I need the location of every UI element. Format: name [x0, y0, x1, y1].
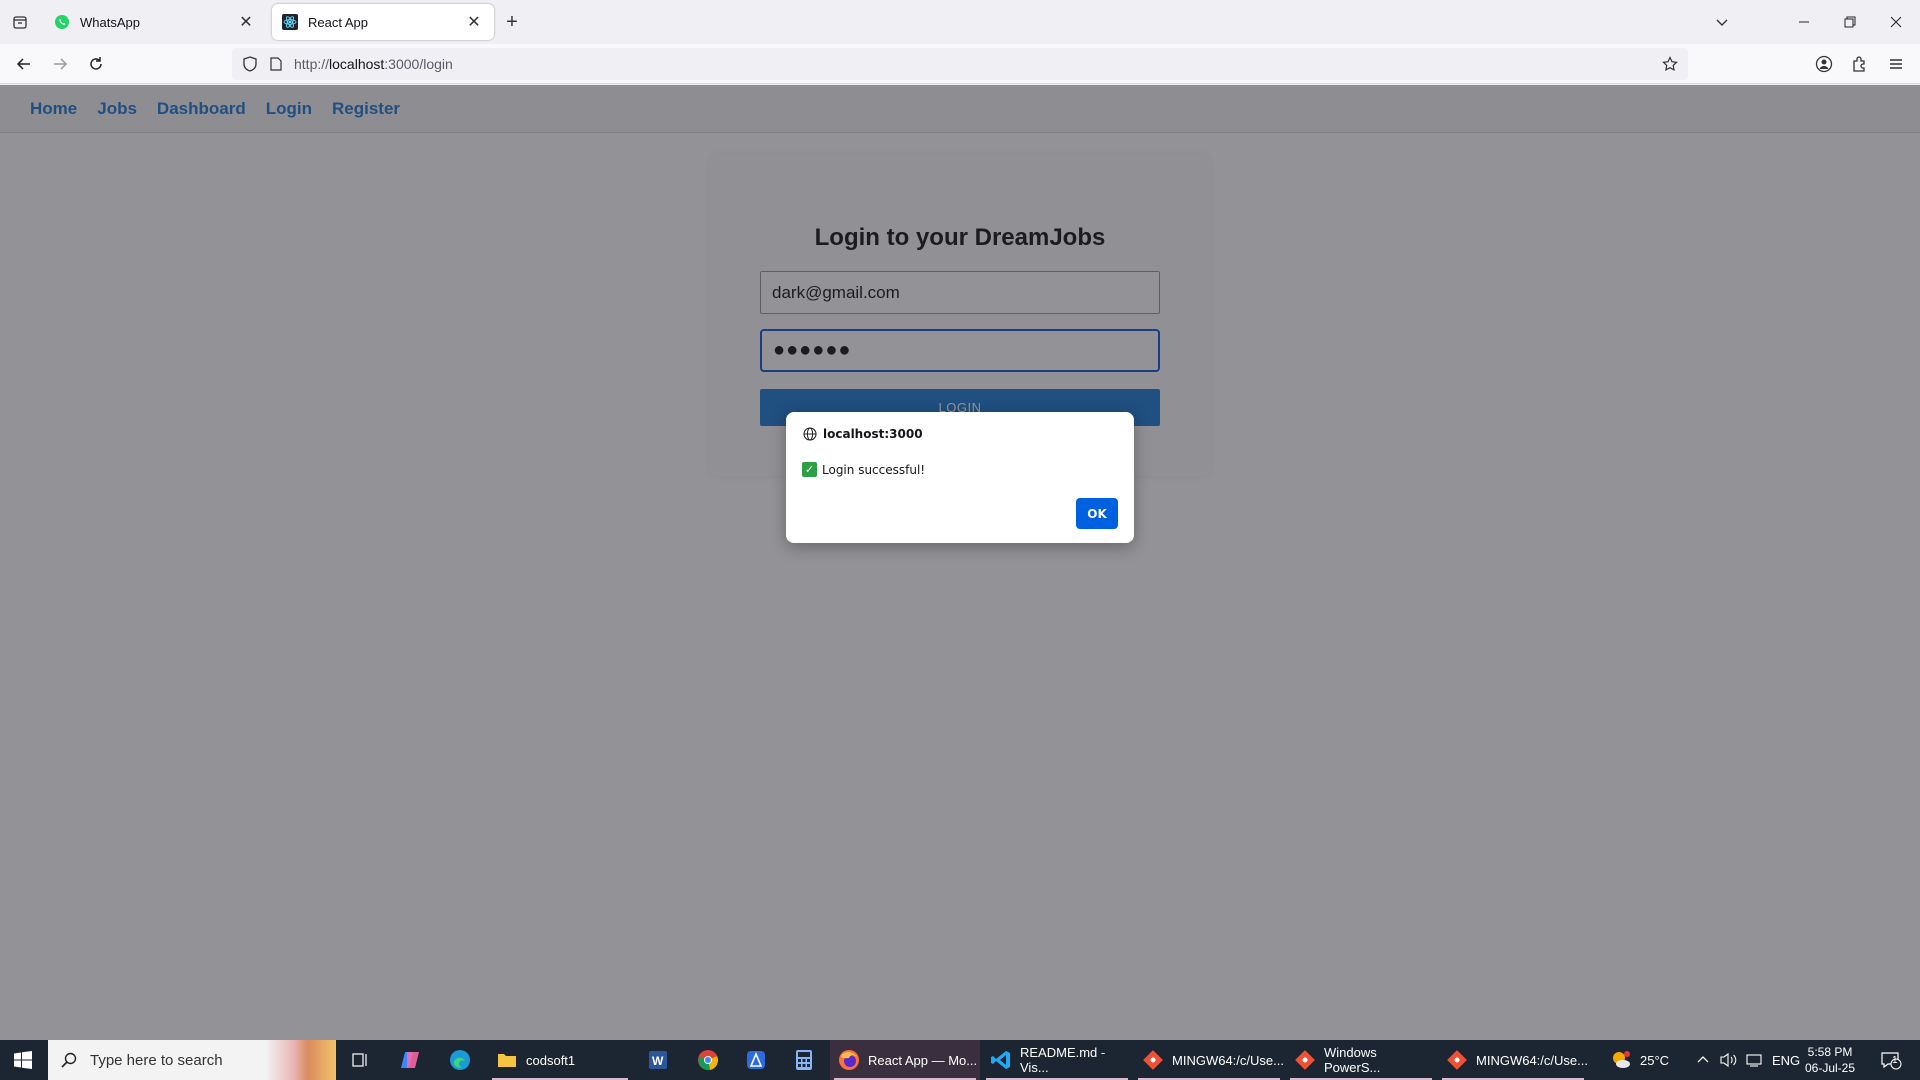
clock-date: 06-Jul-25 — [1804, 1061, 1856, 1075]
url-text: http://localhost:3000/login — [294, 56, 453, 72]
folder-icon — [496, 1049, 518, 1071]
back-arrow-icon[interactable] — [12, 52, 36, 76]
git-icon — [1294, 1049, 1316, 1071]
svg-text:W: W — [652, 1054, 664, 1068]
bookmark-star-icon[interactable] — [1660, 54, 1680, 74]
search-highlight-image — [266, 1040, 336, 1080]
taskbar-app-label: React App — Mo... — [868, 1052, 978, 1068]
volume-icon[interactable] — [1720, 1040, 1738, 1080]
close-icon[interactable]: ✕ — [464, 12, 484, 32]
react-icon — [282, 14, 298, 30]
taskbar-app-powershell[interactable]: Windows PowerS... — [1286, 1040, 1436, 1080]
whatsapp-icon — [54, 14, 70, 30]
word-icon[interactable]: W — [638, 1044, 678, 1076]
clock-time: 5:58 PM — [1807, 1045, 1853, 1059]
window-close-icon[interactable] — [1884, 10, 1908, 34]
app-store-icon[interactable] — [736, 1044, 776, 1076]
browser-tab-bar: WhatsApp ✕ React App ✕ + — [0, 0, 1920, 44]
taskbar-app-mingw64-1[interactable]: MINGW64:/c/Use... — [1134, 1040, 1284, 1080]
dialog-origin-text: localhost:3000 — [823, 427, 923, 441]
temperature-text: 25°C — [1640, 1052, 1670, 1068]
ok-button[interactable]: OK — [1076, 498, 1118, 529]
reload-icon[interactable] — [84, 52, 108, 76]
language-indicator[interactable]: ENG — [1772, 1040, 1800, 1080]
dialog-message: ✓ Login successful! — [802, 462, 925, 477]
taskbar-app-label: codsoft1 — [526, 1052, 576, 1068]
windows-start-icon[interactable] — [0, 1040, 46, 1080]
shield-icon[interactable] — [240, 54, 260, 74]
weather-widget[interactable]: 25°C — [1610, 1040, 1669, 1080]
notification-count: 1 — [1892, 1055, 1898, 1066]
url-scheme: http:// — [294, 56, 330, 72]
browser-nav-bar: http://localhost:3000/login — [0, 44, 1920, 84]
firefox-icon — [838, 1049, 860, 1071]
notifications-icon[interactable]: 1 — [1880, 1040, 1902, 1080]
page-viewport: Home Jobs Dashboard Login Register Login… — [0, 85, 1920, 1040]
taskbar-app-label: README.md - Vis... — [1020, 1045, 1106, 1075]
dialog-origin: localhost:3000 — [802, 426, 923, 442]
show-hidden-icons-chevron-icon[interactable] — [1696, 1040, 1710, 1080]
taskbar-search[interactable]: Type here to search — [48, 1040, 336, 1080]
git-icon — [1446, 1049, 1468, 1071]
check-mark-icon: ✓ — [802, 462, 817, 477]
tab-react-app[interactable]: React App ✕ — [272, 4, 494, 40]
page-icon[interactable] — [266, 54, 286, 74]
dialog-message-text: Login successful! — [822, 462, 926, 477]
edge-icon[interactable] — [440, 1044, 480, 1076]
new-tab-plus-icon[interactable]: + — [502, 12, 522, 32]
network-icon[interactable] — [1746, 1040, 1764, 1080]
minimize-icon[interactable] — [1792, 10, 1816, 34]
restore-icon[interactable] — [1838, 10, 1862, 34]
taskbar-app-mingw64-2[interactable]: MINGW64:/c/Use... — [1438, 1040, 1588, 1080]
tab-title: WhatsApp — [80, 14, 140, 30]
search-placeholder: Type here to search — [90, 1051, 223, 1069]
tab-title: React App — [308, 14, 368, 30]
taskbar-app-label: MINGW64:/c/Use... — [1172, 1052, 1284, 1068]
taskbar: Type here to search codsoft1 W React App… — [0, 1040, 1920, 1080]
url-path: :3000/login — [384, 56, 453, 72]
chrome-icon[interactable] — [688, 1044, 728, 1076]
weather-icon — [1610, 1049, 1632, 1071]
list-all-tabs-chevron-icon[interactable] — [1710, 10, 1734, 34]
git-icon — [1142, 1049, 1164, 1071]
tab-whatsapp[interactable]: WhatsApp ✕ — [44, 4, 266, 40]
alert-dialog: localhost:3000 ✓ Login successful! OK — [786, 412, 1134, 543]
forward-arrow-icon[interactable] — [48, 52, 72, 76]
copilot-icon[interactable] — [390, 1044, 430, 1076]
task-view-icon[interactable] — [340, 1044, 380, 1076]
taskbar-app-codsoft1[interactable]: codsoft1 — [488, 1040, 632, 1080]
close-icon[interactable]: ✕ — [236, 12, 256, 32]
taskbar-app-label: Windows PowerS... — [1324, 1045, 1381, 1075]
account-icon[interactable] — [1812, 52, 1836, 76]
taskbar-app-label: MINGW64:/c/Use... — [1476, 1052, 1588, 1068]
modal-backdrop — [0, 85, 1920, 1040]
calculator-icon[interactable] — [784, 1044, 824, 1076]
taskbar-app-firefox[interactable]: React App — Mo... — [830, 1040, 980, 1080]
menu-hamburger-icon[interactable] — [1884, 52, 1908, 76]
tab-list-icon[interactable] — [8, 10, 32, 34]
system-clock[interactable]: 5:58 PM 06-Jul-25 — [1800, 1044, 1860, 1076]
url-host: localhost — [329, 56, 385, 72]
taskbar-app-vscode[interactable]: README.md - Vis... — [982, 1040, 1132, 1080]
vscode-icon — [990, 1049, 1012, 1071]
globe-icon — [802, 426, 818, 442]
search-icon — [60, 1051, 78, 1069]
address-bar[interactable]: http://localhost:3000/login — [232, 48, 1688, 80]
extensions-icon[interactable] — [1848, 52, 1872, 76]
